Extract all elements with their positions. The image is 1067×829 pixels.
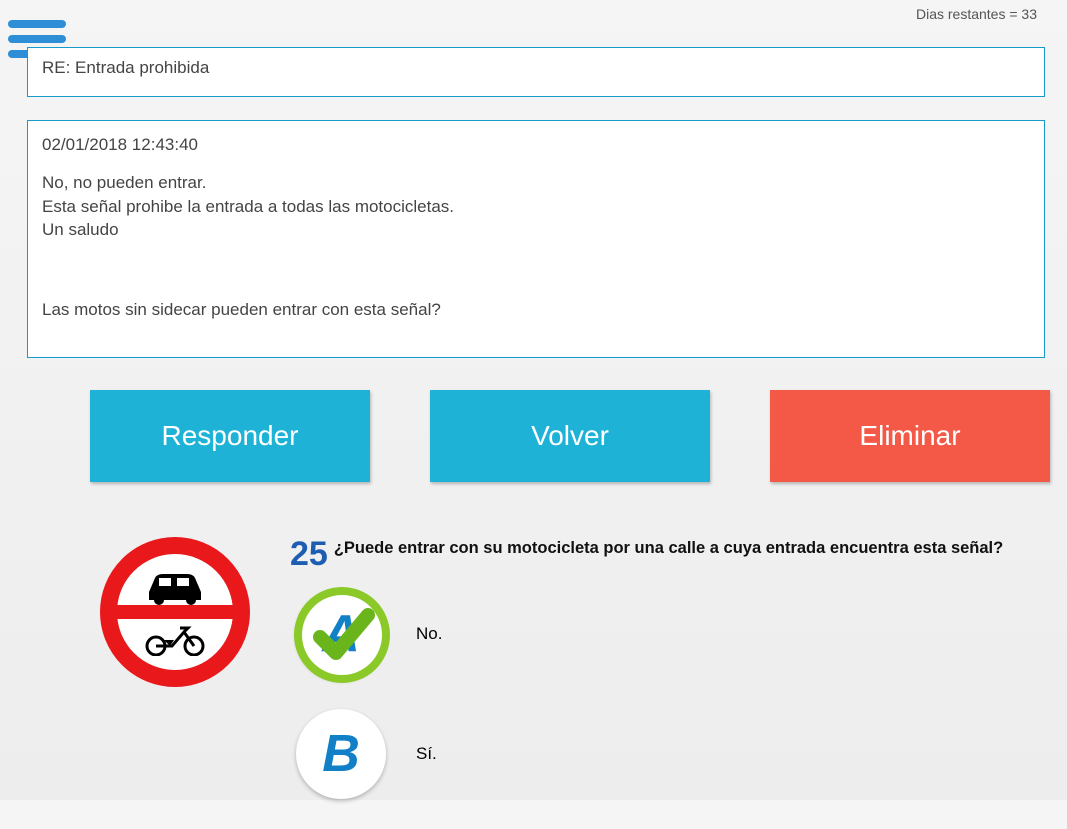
eliminar-button[interactable]: Eliminar (770, 390, 1050, 482)
subject-text: RE: Entrada prohibida (42, 58, 209, 77)
message-line: Un saludo (42, 220, 119, 239)
question-header: 25 ¿Puede entrar con su motocicleta por … (290, 537, 1037, 571)
motorcycle-icon (144, 622, 206, 656)
answer-letter-label: A (322, 604, 360, 664)
sign-bar (117, 605, 233, 619)
question-number: 25 (290, 537, 328, 571)
message-box: 02/01/2018 12:43:40 No, no pueden entrar… (27, 120, 1045, 358)
answers-list: A No. B Sí. (290, 589, 1037, 799)
message-question: Las motos sin sidecar pueden entrar con … (42, 298, 1030, 322)
answer-row-b: B Sí. (296, 709, 1037, 799)
traffic-sign-icon (100, 537, 250, 687)
answer-option-b[interactable]: B (296, 709, 386, 799)
checkmark-icon (294, 587, 390, 683)
answer-row-a: A No. (296, 589, 1037, 679)
message-timestamp: 02/01/2018 12:43:40 (42, 133, 1030, 157)
button-row: Responder Volver Eliminar (90, 390, 1007, 482)
menu-bar (8, 20, 66, 28)
responder-button[interactable]: Responder (90, 390, 370, 482)
car-icon (143, 568, 207, 606)
menu-bar (8, 35, 66, 43)
message-line: No, no pueden entrar. (42, 173, 206, 192)
days-remaining-label: Dias restantes = 33 (916, 6, 1037, 22)
answer-letter-label: B (322, 724, 360, 784)
volver-button[interactable]: Volver (430, 390, 710, 482)
question-text: ¿Puede entrar con su motocicleta por una… (334, 537, 1003, 558)
question-block: 25 ¿Puede entrar con su motocicleta por … (100, 537, 1037, 829)
answer-text-b: Sí. (416, 744, 437, 764)
message-line: Esta señal prohibe la entrada a todas la… (42, 197, 454, 216)
question-content: 25 ¿Puede entrar con su motocicleta por … (290, 537, 1037, 829)
answer-option-a[interactable]: A (296, 589, 386, 679)
subject-box: RE: Entrada prohibida (27, 47, 1045, 97)
answer-text-a: No. (416, 624, 442, 644)
